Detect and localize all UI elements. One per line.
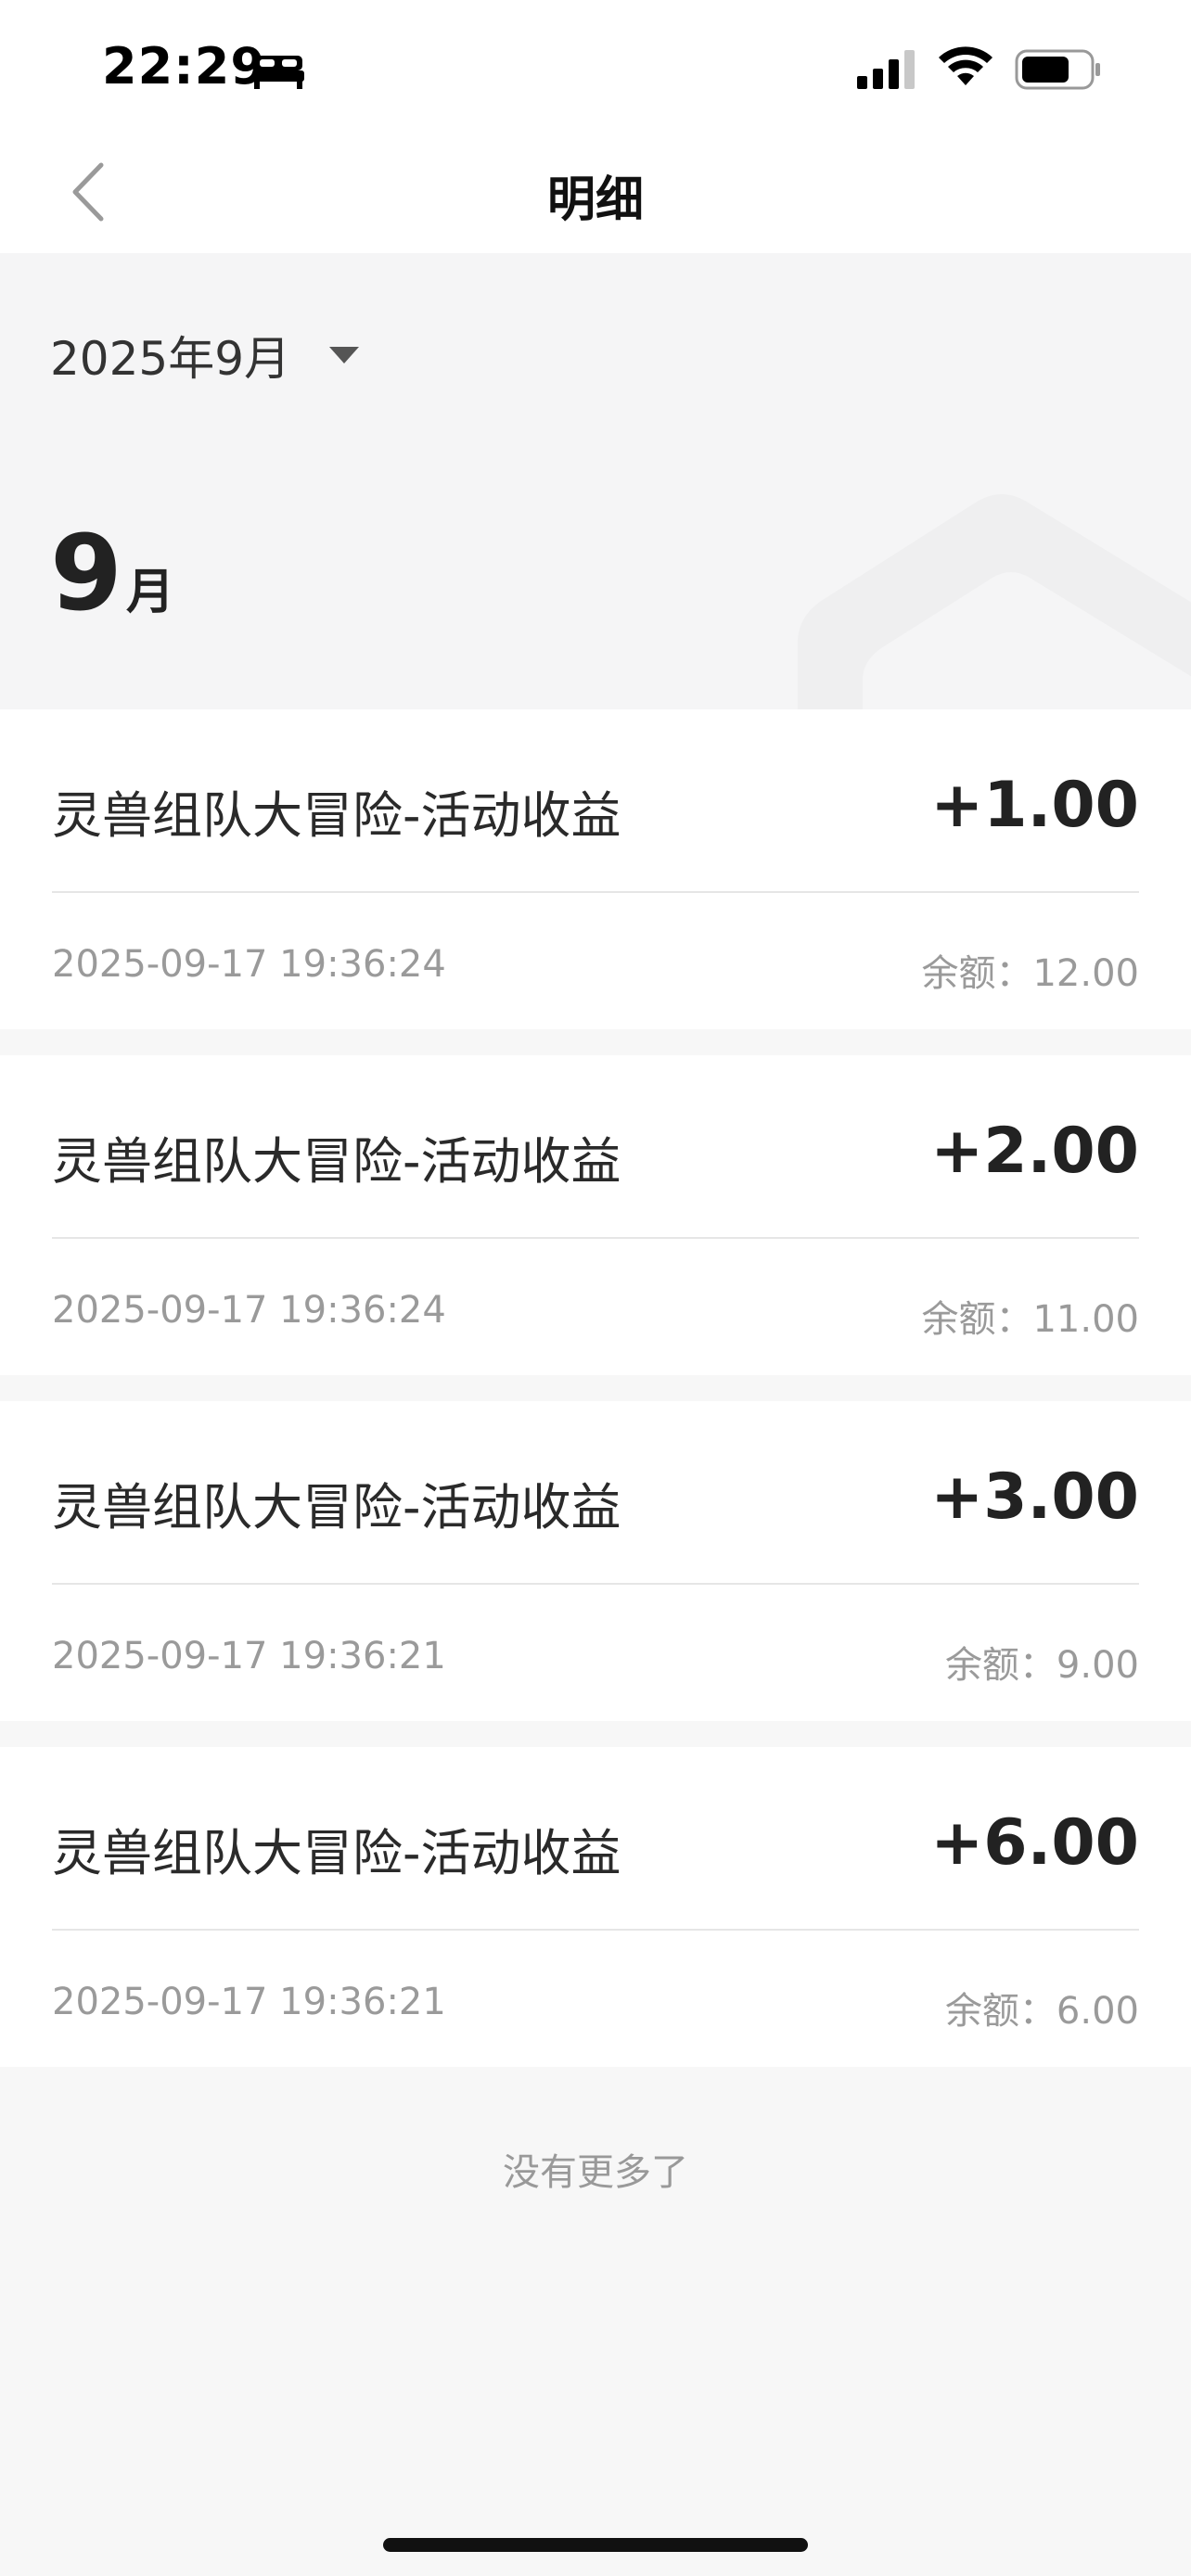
transaction-balance: 余额：6.00 (944, 1990, 1139, 2033)
month-heading: 9 月 (50, 522, 174, 626)
transaction-amount: +6.00 (930, 1806, 1139, 1880)
transaction-balance: 余额：11.00 (921, 1298, 1139, 1341)
home-indicator (383, 2538, 808, 2552)
month-header: 2025年9月 9 月 (0, 253, 1191, 709)
transaction-card[interactable]: 灵兽组队大冒险-活动收益 +2.00 2025-09-17 19:36:24 余… (0, 1055, 1191, 1375)
transaction-amount: +2.00 (930, 1115, 1139, 1188)
transaction-amount: +3.00 (930, 1460, 1139, 1534)
divider (52, 891, 1139, 893)
page-title: 明细 (546, 172, 644, 228)
transaction-card[interactable]: 灵兽组队大冒险-活动收益 +6.00 2025-09-17 19:36:21 余… (0, 1747, 1191, 2067)
no-more-text: 没有更多了 (503, 2151, 688, 2194)
transaction-title: 灵兽组队大冒险-活动收益 (52, 1478, 621, 1537)
month-number: 9 (50, 514, 122, 634)
transaction-time: 2025-09-17 19:36:24 (52, 1289, 446, 1332)
watermark-decoration (798, 494, 1191, 709)
month-suffix: 月 (125, 565, 174, 620)
transaction-card[interactable]: 灵兽组队大冒险-活动收益 +3.00 2025-09-17 19:36:21 余… (0, 1401, 1191, 1721)
battery-icon (1015, 49, 1100, 90)
month-picker[interactable]: 2025年9月 (50, 318, 361, 392)
divider (52, 1583, 1139, 1585)
nav-bar: 明细 (0, 134, 1191, 253)
status-time: 22:29 (102, 37, 266, 96)
transaction-card[interactable]: 灵兽组队大冒险-活动收益 +1.00 2025-09-17 19:36:24 余… (0, 709, 1191, 1029)
month-picker-label: 2025年9月 (50, 332, 291, 386)
transaction-time: 2025-09-17 19:36:21 (52, 1981, 446, 2023)
transaction-title: 灵兽组队大冒险-活动收益 (52, 786, 621, 845)
transaction-balance: 余额：9.00 (944, 1644, 1139, 1687)
signal-icon (857, 50, 915, 89)
wifi-icon (939, 46, 992, 85)
transaction-time: 2025-09-17 19:36:21 (52, 1635, 446, 1677)
transaction-amount: +1.00 (930, 769, 1139, 842)
transaction-title: 灵兽组队大冒险-活动收益 (52, 1824, 621, 1882)
divider (52, 1237, 1139, 1239)
divider (52, 1929, 1139, 1931)
bed-icon (252, 56, 304, 89)
caret-down-icon (329, 347, 360, 363)
transaction-time: 2025-09-17 19:36:24 (52, 943, 446, 986)
transaction-title: 灵兽组队大冒险-活动收益 (52, 1132, 621, 1191)
status-bar: 22:29 (0, 0, 1191, 134)
transaction-balance: 余额：12.00 (921, 952, 1139, 995)
